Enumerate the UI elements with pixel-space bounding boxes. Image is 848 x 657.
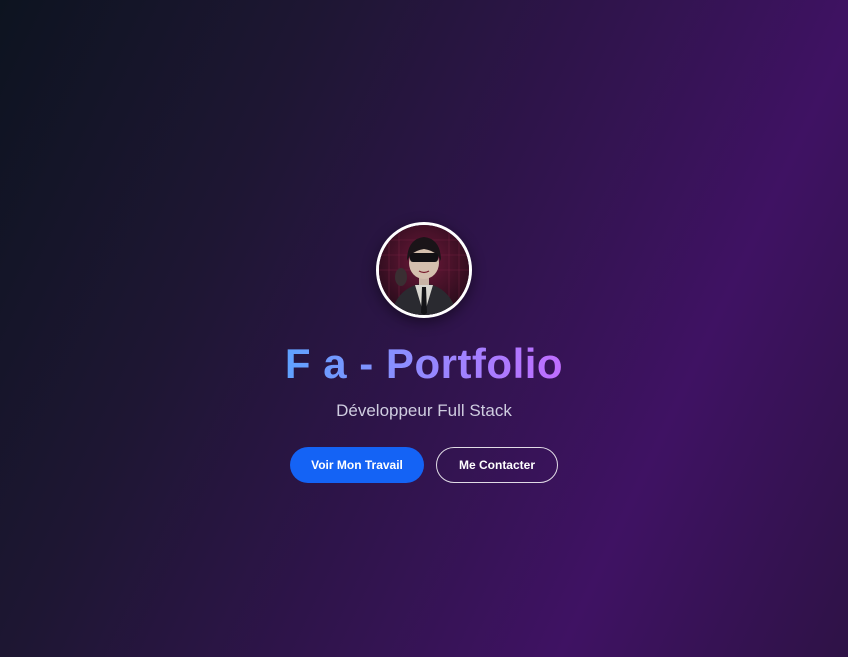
subtitle: Développeur Full Stack (336, 401, 512, 420)
view-work-button[interactable]: Voir Mon Travail (290, 447, 424, 483)
avatar-image (379, 225, 469, 315)
hero-buttons: Voir Mon Travail Me Contacter (290, 447, 558, 483)
page-title: F a - Portfolio (284, 340, 564, 387)
hero-section: F a - Portfolio Développeur Full Stack V… (0, 222, 848, 483)
contact-button[interactable]: Me Contacter (436, 447, 558, 483)
profile-avatar (376, 222, 472, 318)
